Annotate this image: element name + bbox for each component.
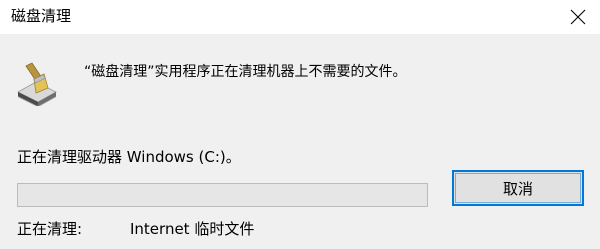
disk-cleanup-icon	[14, 62, 58, 107]
cancel-button-label: 取消	[455, 173, 581, 203]
description-message: “磁盘清理”实用程序正在清理机器上不需要的文件。	[84, 64, 407, 80]
cleaning-label: 正在清理:	[17, 220, 83, 238]
window-title: 磁盘清理	[11, 7, 72, 25]
title-bar[interactable]: 磁盘清理	[0, 0, 600, 34]
close-icon	[570, 9, 586, 25]
disk-cleanup-dialog: 磁盘清理 “磁盘清理”实用程序正在清理机器上不需要的文件。 正在清理驱动器 Wi…	[0, 0, 600, 249]
close-button[interactable]	[554, 0, 600, 34]
cleaning-item: Internet 临时文件	[130, 220, 255, 238]
drive-status-text: 正在清理驱动器 Windows (C:)。	[17, 148, 241, 166]
progress-bar	[17, 183, 428, 207]
cancel-button[interactable]: 取消	[452, 170, 584, 206]
